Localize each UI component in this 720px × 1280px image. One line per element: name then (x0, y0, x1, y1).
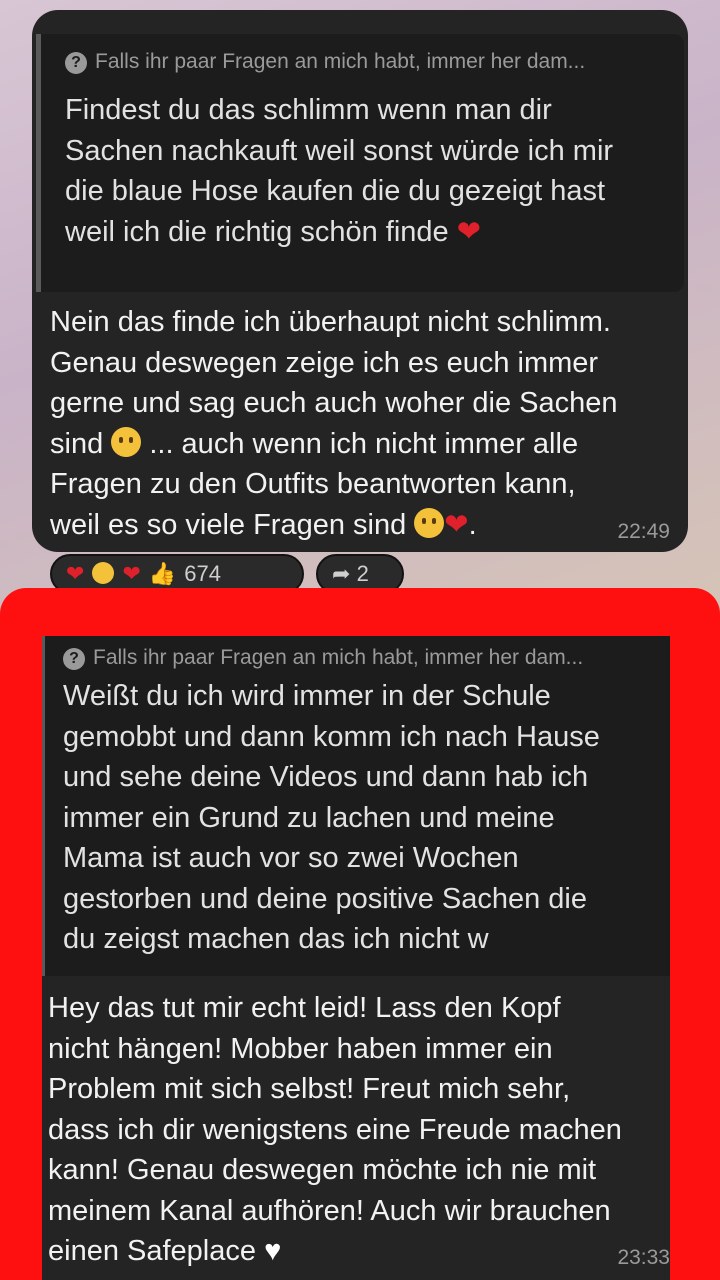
question-circle-icon: ? (65, 52, 87, 74)
reply-line: meinem Kanal aufhören! Auch wir brauchen (48, 1194, 611, 1227)
message-bubble-1[interactable]: ? Falls ihr paar Fragen an mich habt, imm… (32, 10, 688, 552)
quote-line: weil ich die richtig schön finde (65, 215, 449, 248)
quote-line: die blaue Hose kaufen die du gezeigt has… (65, 175, 606, 207)
reply-fragment: weil es so viele Fragen sind (50, 508, 407, 541)
quote-line: Weißt du ich wird immer in der Schule (63, 680, 551, 712)
message-time-2: 23:33 (617, 1246, 670, 1269)
reply-text-1: Nein das finde ich überhaupt nicht schli… (50, 302, 618, 545)
hugging-face-emoji (111, 426, 142, 457)
quote-header-text: Falls ihr paar Fragen an mich habt, imme… (95, 50, 586, 73)
quote-line: Mama ist auch vor so zwei Wochen (63, 842, 519, 874)
forward-count: 2 (356, 561, 369, 586)
reply-fragment: ... auch wenn ich nicht immer alle (149, 427, 579, 460)
reply-line: Problem mit sich selbst! Freut mich sehr… (48, 1073, 571, 1105)
reply-line-with-emoji: einen Safeplace ♥ (48, 1231, 622, 1272)
smiling-face-emoji (92, 562, 115, 584)
reply-line: dass ich dir wenigstens eine Freude mach… (48, 1113, 622, 1146)
face-peeking-emoji (414, 507, 445, 538)
reply-line: Genau deswegen zeige ich es euch immer (50, 346, 599, 379)
quoted-question-2[interactable]: ? Falls ihr paar Fragen an mich habt, imm… (42, 636, 670, 976)
reply-line: nicht hängen! Mobber haben immer ein (48, 1032, 553, 1065)
reply-fragment: . (468, 508, 477, 541)
reply-line: kann! Genau deswegen möchte ich nie mit (48, 1154, 597, 1186)
reply-line: Hey das tut mir echt leid! Lass den Kopf (48, 992, 561, 1024)
forward-arrow-icon: ➦ (332, 561, 351, 586)
reply-fragment: sind (50, 427, 104, 460)
quote-header-1: ? Falls ihr paar Fragen an mich habt, imm… (65, 48, 676, 76)
quote-line: und sehe deine Videos und dann hab ich (63, 761, 589, 793)
quote-line: gestorben und deine positive Sachen die (63, 882, 587, 915)
message-time-1: 22:49 (617, 520, 670, 543)
white-heart-emoji: ♥ (264, 1235, 282, 1267)
quote-line-last: weil ich die richtig schön finde ❤ (65, 212, 670, 253)
quote-line: Sachen nachkauft weil sonst würde ich mi… (65, 134, 614, 167)
quote-line: du zeigst machen das ich nicht w (63, 923, 489, 955)
red-heart-emoji: ❤ (122, 561, 141, 586)
message-bubble-2[interactable]: ? Falls ihr paar Fragen an mich habt, imm… (42, 636, 670, 1280)
reaction-count: 674 (184, 561, 221, 586)
quote-line: Findest du das schlimm wenn man dir (65, 94, 552, 126)
quote-line: gemobbt und dann komm ich nach Hause (63, 720, 600, 753)
quote-header-2: ? Falls ihr paar Fragen an mich habt, imm… (63, 644, 662, 672)
reply-line-with-emoji: weil es so viele Fragen sind ❤. (50, 505, 618, 546)
quote-text-1: Findest du das schlimm wenn man dir Sach… (65, 90, 670, 252)
screen: { "message1": { "quote_header": "Falls i… (0, 0, 720, 1280)
red-heart-emoji: ❤ (456, 215, 482, 248)
quote-line: immer ein Grund zu lachen und meine (63, 801, 555, 834)
quote-header-text: Falls ihr paar Fragen an mich habt, imme… (93, 646, 584, 669)
reply-line: Nein das finde ich überhaupt nicht schli… (50, 306, 611, 338)
reply-line: Fragen zu den Outfits beantworten kann, (50, 468, 576, 500)
quote-text-2: Weißt du ich wird immer in der Schule ge… (63, 676, 656, 960)
red-heart-emoji: ❤ (444, 508, 469, 541)
red-heart-emoji: ❤ (66, 561, 85, 586)
reply-line-with-emoji: sind ... auch wenn ich nicht immer alle (50, 424, 618, 465)
thumbs-up-emoji: 👍 (148, 561, 177, 586)
reply-fragment: einen Safeplace (48, 1235, 256, 1267)
reply-text-2: Hey das tut mir echt leid! Lass den Kopf… (48, 988, 622, 1272)
reply-line: gerne und sag euch auch woher die Sachen (50, 387, 618, 419)
quoted-question-1[interactable]: ? Falls ihr paar Fragen an mich habt, imm… (36, 34, 684, 292)
question-circle-icon: ? (63, 648, 85, 670)
